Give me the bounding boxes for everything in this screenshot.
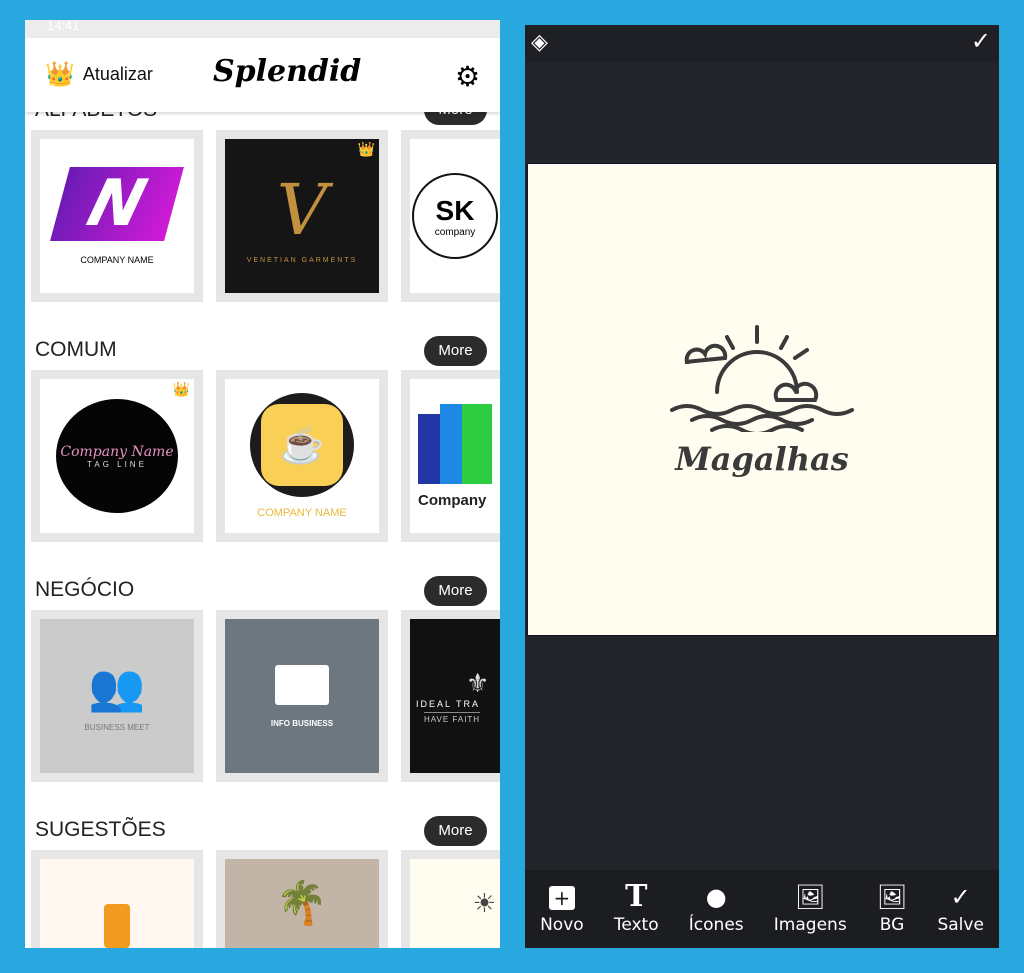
upgrade-label: Atualizar: [82, 64, 153, 84]
sunset-waves-icon: [670, 324, 854, 432]
more-button-negocio[interactable]: More: [424, 576, 487, 606]
editor-topbar: ◈ ✓: [525, 25, 999, 63]
settings-button[interactable]: ⚙: [455, 60, 480, 93]
layers-icon[interactable]: ◈: [531, 29, 548, 55]
design-canvas[interactable]: Magalhas: [527, 163, 997, 636]
logo-card[interactable]: 🌴: [216, 850, 388, 948]
logo-card[interactable]: 👥 BUSINESS MEET: [31, 610, 203, 782]
tool-salve[interactable]: ✓ Salve: [937, 883, 983, 935]
premium-crown-icon: 👑: [172, 381, 190, 397]
logo-gallery-screen: 14:41 ALFABETOS More N COMPANY NAME 👑 V …: [25, 20, 500, 948]
meeting-icon: 👥: [88, 661, 146, 713]
logo-card[interactable]: INFO BUSINESS: [216, 610, 388, 782]
logo-card[interactable]: N COMPANY NAME: [31, 130, 203, 302]
more-button-sugestoes[interactable]: More: [424, 816, 487, 846]
section-title-sugestoes: SUGESTÕES: [35, 818, 166, 841]
tool-label: Salve: [937, 915, 984, 935]
section-title-comum: COMUM: [35, 338, 117, 361]
gallery-scroll[interactable]: ALFABETOS More N COMPANY NAME 👑 V VENETI…: [25, 20, 500, 948]
briefcase-icon: [275, 664, 329, 705]
tool-bg[interactable]: 🖼 BG: [877, 883, 907, 935]
logo-mark: SK: [435, 194, 475, 226]
image-icon: 🖼: [876, 883, 908, 911]
coffee-cup-icon: ☕: [261, 404, 343, 486]
logo-text: VENETIAN GARMENTS: [246, 256, 358, 264]
palm-island-icon: 🌴: [225, 859, 379, 948]
logo-mark: V: [276, 168, 328, 251]
logo-tagline: TAG LINE: [87, 459, 147, 469]
app-logo: Splendid: [213, 54, 362, 89]
logo-card[interactable]: ☕ COMPANY NAME: [216, 370, 388, 542]
check-icon[interactable]: ✓: [971, 27, 991, 56]
plus-square-icon: +: [548, 883, 575, 911]
image-upload-icon: 🖼: [795, 883, 826, 911]
tool-label: Novo: [540, 915, 584, 935]
tool-label: Texto: [613, 915, 659, 935]
logo-text: IDEAL TRA: [416, 699, 481, 709]
logo-card[interactable]: ⚜ IDEAL TRA HAVE FAITH: [401, 610, 500, 782]
logo-editor-screen: ◈ ✓ Magalhas + Novo T Texto ● Ícones 🖼 Image…: [525, 25, 999, 948]
book-icon: [418, 403, 492, 484]
logo-card[interactable]: 👑 V VENETIAN GARMENTS: [216, 130, 388, 302]
logo-text: Company Name: [60, 443, 174, 460]
logo-text: COMPANY NAME: [257, 507, 347, 519]
premium-crown-icon: 👑: [357, 141, 375, 157]
app-header: 👑 Atualizar Splendid ⚙: [25, 38, 500, 112]
logo-mark: N: [50, 167, 184, 241]
check-icon: ✓: [950, 883, 971, 911]
logo-card[interactable]: ☀: [401, 850, 500, 948]
tool-label: Imagens: [773, 915, 847, 935]
upgrade-button[interactable]: 👑 Atualizar: [45, 60, 153, 89]
tool-label: BG: [879, 915, 905, 935]
section-title-negocio: NEGÓCIO: [35, 578, 135, 601]
suitcase-icon: [104, 904, 130, 948]
more-button-comum[interactable]: More: [424, 336, 487, 366]
logo-text: company: [434, 226, 476, 238]
logo-tagline: HAVE FAITH: [424, 712, 481, 724]
tool-icones[interactable]: ● Ícones: [689, 883, 744, 935]
lotus-icon: ⚜: [466, 668, 490, 698]
logo-card[interactable]: SK company: [401, 130, 500, 302]
sticker-icon: ●: [705, 883, 727, 911]
sunset-icon: ☀: [410, 859, 500, 948]
gear-icon: ⚙: [455, 61, 481, 92]
logo-text: BUSINESS MEET: [84, 723, 150, 732]
crown-icon: 👑: [45, 61, 75, 88]
tool-label: Ícones: [688, 915, 744, 935]
logo-card[interactable]: Company: [401, 370, 500, 542]
logo-card[interactable]: [31, 850, 203, 948]
text-icon: T: [625, 879, 648, 914]
logo-card[interactable]: 👑 Company Name TAG LINE: [31, 370, 203, 542]
tool-texto[interactable]: T Texto: [613, 879, 659, 936]
logo-text[interactable]: Magalhas: [675, 440, 848, 478]
editor-toolbar: + Novo T Texto ● Ícones 🖼 Imagens 🖼 BG ✓ Salve: [525, 870, 999, 948]
tool-imagens[interactable]: 🖼 Imagens: [774, 883, 847, 935]
logo-text: COMPANY NAME: [80, 255, 154, 265]
tool-novo[interactable]: + Novo: [540, 883, 584, 935]
logo-text: INFO BUSINESS: [270, 718, 334, 728]
logo-text: Company: [418, 491, 487, 509]
